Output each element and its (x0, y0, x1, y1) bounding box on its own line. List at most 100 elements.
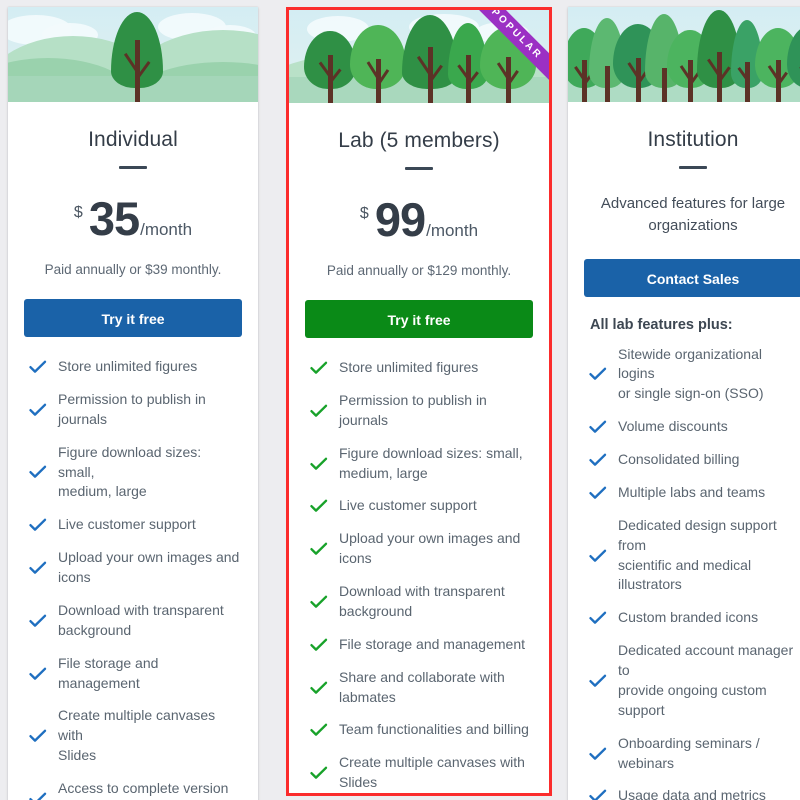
check-icon (309, 498, 331, 514)
price-period: /month (140, 220, 193, 239)
feature-text: Upload your own images and icons (58, 549, 240, 585)
plan-title: Institution (647, 128, 739, 151)
feature-text: Figure download sizes: small, medium, la… (339, 444, 523, 481)
check-icon (588, 610, 610, 626)
check-icon (588, 485, 610, 501)
currency-symbol: $ (73, 204, 83, 221)
feature-text: File storage and management (58, 654, 159, 691)
check-icon (28, 359, 50, 375)
check-icon (588, 788, 610, 800)
feature-item: Upload your own images and icons (309, 529, 531, 569)
check-icon (309, 456, 331, 472)
feature-item: Share and collaborate with labmates (309, 668, 531, 708)
feature-text: Dedicated account manager to provide ong… (618, 642, 794, 718)
title-divider (679, 166, 707, 169)
feature-list-individual: Store unlimited figures Permission to pu… (24, 357, 242, 800)
illustration-tree-row: POPULAR (289, 10, 549, 103)
feature-text: Create multiple canvases with Slides (339, 754, 525, 791)
feature-list-lab: Store unlimited figures Permission to pu… (305, 358, 533, 793)
pricing-card-institution: Institution Advanced features for large … (568, 7, 800, 800)
feature-item: Create multiple canvases with Slides (28, 706, 240, 766)
price-amount: 35 (88, 192, 140, 245)
feature-item: Dedicated design support from scientific… (588, 516, 800, 596)
feature-item: Permission to publish in journals (309, 391, 531, 431)
illustration-forest (568, 7, 800, 102)
feature-item: Live customer support (309, 496, 531, 516)
feature-item: Figure download sizes: small, medium, la… (28, 443, 240, 503)
pricing-card-individual: Individual $35/month Paid annually or $3… (8, 7, 258, 800)
check-icon (588, 366, 610, 382)
price-amount: 99 (374, 193, 426, 246)
contact-sales-button[interactable]: Contact Sales (584, 258, 800, 297)
feature-item: Figure download sizes: small, medium, la… (309, 444, 531, 484)
check-icon (588, 452, 610, 468)
check-icon (309, 541, 331, 557)
feature-text: Store unlimited figures (339, 359, 479, 375)
feature-item: Sitewide organizational logins or single… (588, 345, 800, 405)
check-icon (588, 673, 610, 689)
check-icon (28, 560, 50, 576)
check-icon (309, 594, 331, 610)
feature-text: Permission to publish in journals (339, 391, 487, 428)
check-icon (309, 680, 331, 696)
feature-text: Figure download sizes: small, medium, la… (58, 443, 202, 500)
feature-item: File storage and management (309, 635, 531, 655)
check-icon (28, 402, 50, 418)
pricing-page: Individual $35/month Paid annually or $3… (0, 0, 800, 800)
feature-item: File storage and management (28, 654, 240, 694)
illustration-single-tree (8, 7, 258, 102)
try-it-free-button-individual[interactable]: Try it free (24, 299, 242, 337)
feature-text: Share and collaborate with labmates (339, 668, 505, 705)
feature-item: Download with transparent background (309, 582, 531, 622)
feature-text: Download with transparent background (58, 601, 224, 638)
feature-item: Store unlimited figures (28, 357, 240, 377)
check-icon (309, 637, 331, 653)
check-icon (588, 419, 610, 435)
feature-item: Live customer support (28, 515, 240, 535)
feature-text: Volume discounts (618, 418, 728, 435)
check-icon (309, 360, 331, 376)
title-divider (405, 167, 433, 170)
feature-text: Store unlimited figures (58, 358, 198, 374)
feature-item: Dedicated account manager to provide ong… (588, 641, 800, 721)
check-icon (28, 517, 50, 533)
feature-list-institution: All lab features plus: Sitewide organiza… (584, 317, 800, 800)
feature-text: Permission to publish in journals (58, 390, 206, 427)
try-it-free-button-lab[interactable]: Try it free (305, 300, 533, 338)
feature-text: Team functionalities and billing (339, 721, 529, 738)
check-icon (588, 746, 610, 762)
price-period: /month (426, 221, 479, 240)
plan-tagline: Advanced features for large organization… (600, 195, 786, 234)
feature-text: Usage data and metrics (618, 787, 766, 800)
check-icon (309, 722, 331, 738)
feature-text: Access to complete version history (58, 780, 229, 800)
price-row: $35/month (24, 191, 242, 246)
feature-text: Custom branded icons (618, 609, 759, 626)
feature-text: Live customer support (58, 516, 196, 533)
feature-item: Onboarding seminars / webinars (588, 734, 800, 774)
check-icon (588, 548, 610, 564)
feature-text: Create multiple canvases with Slides (58, 707, 216, 764)
check-icon (28, 613, 50, 629)
feature-item: Access to complete version history (28, 779, 240, 800)
feature-item: Consolidated billing (588, 450, 800, 470)
feature-text: Upload your own images and icons (339, 530, 521, 567)
feature-item: Upload your own images and icons (28, 548, 240, 588)
feature-item: Store unlimited figures (309, 358, 531, 378)
price-row: $99/month (305, 192, 533, 247)
feature-item: Usage data and metrics (588, 786, 800, 800)
feature-item: Download with transparent background (28, 601, 240, 641)
check-icon (309, 403, 331, 419)
check-icon (28, 666, 50, 682)
feature-text: Dedicated design support from scientific… (618, 516, 777, 593)
feature-item: Multiple labs and teams (588, 483, 800, 503)
feature-item: Permission to publish in journals (28, 390, 240, 430)
billing-note: Paid annually or $129 monthly. (326, 263, 512, 278)
feature-text: Multiple labs and teams (618, 483, 766, 500)
feature-text: Consolidated billing (618, 451, 740, 467)
feature-text: File storage and management (339, 635, 525, 652)
check-icon (28, 728, 50, 744)
plan-title: Lab (5 members) (338, 129, 500, 152)
feature-text: Sitewide organizational logins or single… (618, 345, 764, 402)
feature-item: Create multiple canvases with Slides (309, 753, 531, 793)
